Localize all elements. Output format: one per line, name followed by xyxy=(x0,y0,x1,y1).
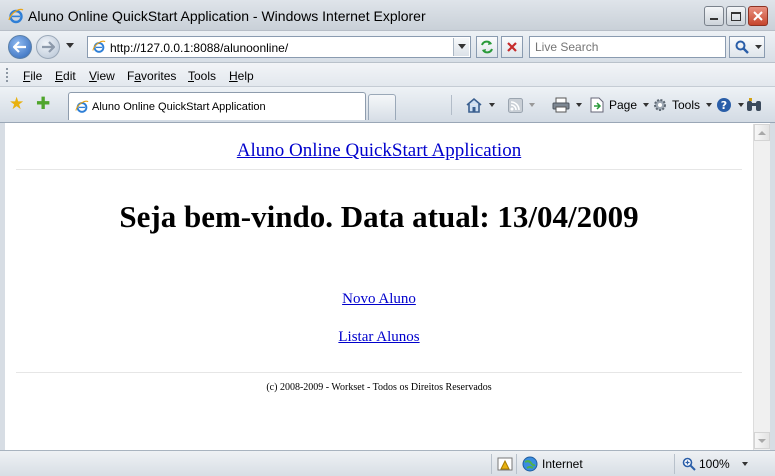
forward-arrow-icon xyxy=(42,41,55,53)
address-dropdown-button[interactable] xyxy=(453,38,469,56)
menu-tools[interactable]: Tools xyxy=(188,69,216,83)
gear-icon xyxy=(654,99,666,111)
tools-menu-button[interactable]: Tools xyxy=(652,96,713,114)
search-options-chevron-icon xyxy=(755,45,762,49)
scroll-down-icon xyxy=(758,438,766,443)
favorites-center-star-icon[interactable]: ★ xyxy=(9,95,24,113)
research-button[interactable] xyxy=(746,96,762,114)
back-arrow-icon xyxy=(13,41,26,53)
window-title-bar[interactable]: Aluno Online QuickStart Application - Wi… xyxy=(0,0,775,31)
close-icon xyxy=(753,11,763,21)
page-ie-icon xyxy=(92,40,106,53)
zone-label: Internet xyxy=(542,457,583,471)
footer-divider xyxy=(16,372,742,373)
minimize-icon xyxy=(710,18,718,20)
minimize-button[interactable] xyxy=(704,6,724,26)
zoom-level: 100% xyxy=(699,457,730,471)
svg-text:?: ? xyxy=(721,99,727,112)
print-button[interactable] xyxy=(552,96,582,114)
address-bar[interactable]: http://127.0.0.1:8088/alunoonline/ xyxy=(87,36,471,58)
research-binoculars-icon xyxy=(747,98,761,111)
help-button[interactable]: ? xyxy=(716,96,744,114)
app-title-link[interactable]: Aluno Online QuickStart Application xyxy=(5,140,753,162)
zoom-magnifier-icon xyxy=(682,457,696,471)
stop-button[interactable] xyxy=(501,36,523,58)
footer-copyright: (c) 2008-2009 - Workset - Todos os Direi… xyxy=(266,382,492,393)
page-icon xyxy=(590,97,604,113)
menu-bar: File Edit View Favorites Tools Help xyxy=(0,63,775,87)
page-menu-button[interactable]: Page xyxy=(589,96,650,114)
page-content: Aluno Online QuickStart Application Seja… xyxy=(5,124,753,450)
scroll-down-button[interactable] xyxy=(754,432,770,449)
tab-label: Aluno Online QuickStart Application xyxy=(92,101,266,113)
toolbar-grip[interactable] xyxy=(6,68,8,82)
help-icon: ? xyxy=(717,98,731,112)
address-toolbar: http://127.0.0.1:8088/alunoonline/ xyxy=(0,31,775,63)
tab-aluno-online[interactable]: Aluno Online QuickStart Application xyxy=(68,92,366,120)
menu-file[interactable]: File xyxy=(23,69,42,83)
rss-feed-icon xyxy=(508,97,523,113)
feeds-button[interactable] xyxy=(508,96,535,114)
stop-icon xyxy=(507,42,517,52)
maximize-icon xyxy=(731,11,741,21)
refresh-button[interactable] xyxy=(476,36,498,58)
scroll-up-icon xyxy=(758,130,766,135)
add-favorites-star-icon[interactable]: ✚ xyxy=(36,95,50,113)
vertical-scrollbar[interactable] xyxy=(753,124,770,450)
menu-view[interactable]: View xyxy=(89,69,115,83)
close-window-button[interactable] xyxy=(748,6,768,26)
forward-button[interactable] xyxy=(36,35,60,59)
search-icon xyxy=(735,40,749,54)
welcome-heading: Seja bem-vindo. Data atual: 13/04/2009 xyxy=(119,199,639,234)
refresh-icon xyxy=(481,40,493,54)
header-divider xyxy=(16,169,742,170)
search-box[interactable] xyxy=(529,36,726,58)
window-frame-right xyxy=(770,123,775,451)
back-button[interactable] xyxy=(8,35,32,59)
home-icon xyxy=(466,97,482,113)
printer-icon xyxy=(552,97,570,113)
address-url[interactable]: http://127.0.0.1:8088/alunoonline/ xyxy=(110,41,288,55)
menu-edit[interactable]: Edit xyxy=(55,69,76,83)
toolbar-separator xyxy=(451,95,452,115)
listar-alunos-link[interactable]: Listar Alunos xyxy=(5,329,753,346)
novo-aluno-link[interactable]: Novo Aluno xyxy=(5,291,753,308)
command-bar: ★ ✚ Aluno Online QuickStart Application xyxy=(0,87,775,123)
scroll-up-button[interactable] xyxy=(754,124,770,141)
maximize-button[interactable] xyxy=(726,6,746,26)
zoom-dropdown-icon xyxy=(742,462,748,466)
status-protected-mode[interactable] xyxy=(491,454,515,474)
menu-favorites[interactable]: Favorites xyxy=(127,69,176,83)
status-zone[interactable]: Internet xyxy=(516,454,673,474)
page-menu-label: Page xyxy=(609,98,638,112)
search-input[interactable] xyxy=(535,38,725,56)
search-button[interactable] xyxy=(729,36,765,58)
status-bar: Internet 100% xyxy=(0,450,775,476)
zoom-control[interactable]: 100% xyxy=(674,454,768,474)
new-tab-button[interactable] xyxy=(368,94,396,120)
tools-menu-label: Tools xyxy=(672,98,701,112)
ie-logo-icon xyxy=(8,8,24,24)
window-title: Aluno Online QuickStart Application - Wi… xyxy=(28,8,426,24)
chevron-down-icon xyxy=(457,44,466,49)
recent-pages-dropdown[interactable] xyxy=(66,43,74,48)
globe-icon xyxy=(522,456,538,472)
tab-ie-icon xyxy=(75,100,89,113)
security-warning-icon xyxy=(497,457,513,471)
home-button[interactable] xyxy=(465,96,495,114)
menu-help[interactable]: Help xyxy=(229,69,254,83)
